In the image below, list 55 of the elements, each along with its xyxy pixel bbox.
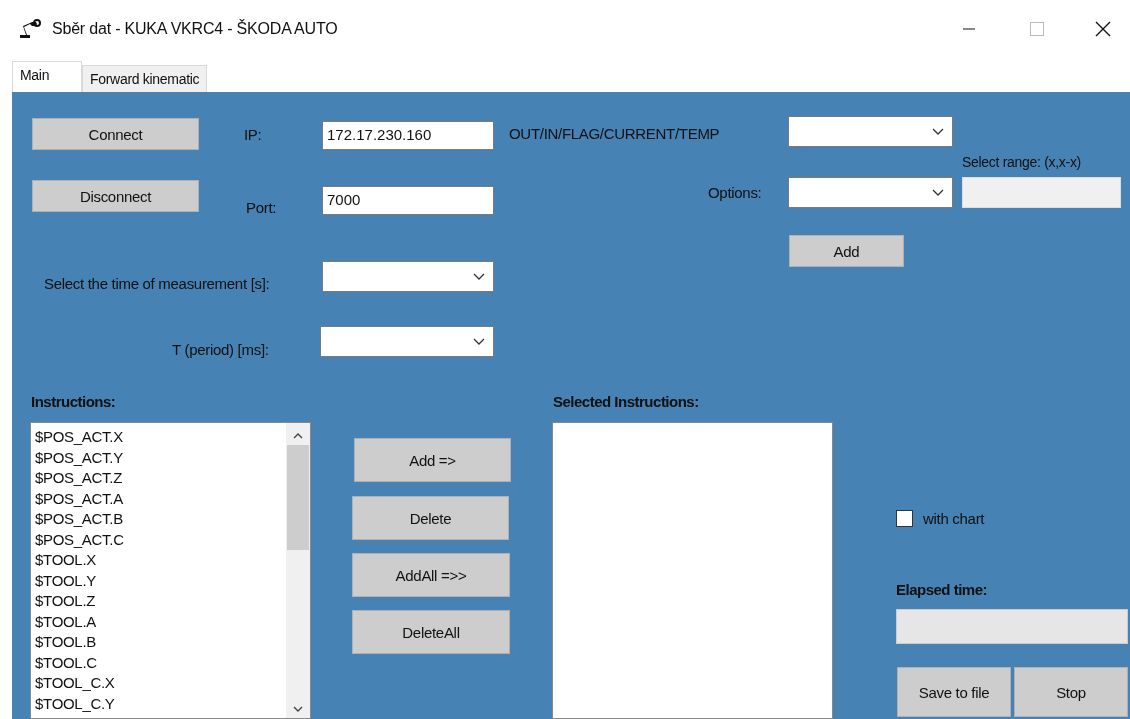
list-item[interactable]: $POS_ACT.X [35,427,286,448]
list-item[interactable]: $TOOL_C.Y [35,693,286,714]
period-label: T (period) [ms]: [172,341,269,358]
checkbox[interactable] [896,510,913,527]
elapsed-time-label: Elapsed time: [896,581,988,598]
measurement-time-label: Select the time of measurement [s]: [44,275,270,292]
scroll-down-icon[interactable] [293,706,303,712]
range-field[interactable] [962,177,1121,208]
list-item[interactable]: $TOOL.Z [35,591,286,612]
list-item[interactable]: $POS_ACT.Y [35,447,286,468]
selected-instructions-label: Selected Instructions: [553,393,699,410]
list-item[interactable]: $TOOL.C [35,652,286,673]
window-title: Sběr dat - KUKA VKRC4 - ŠKODA AUTO [52,20,338,38]
chevron-down-icon [932,188,944,197]
connect-button[interactable]: Connect [32,118,199,150]
port-label: Port: [246,199,277,216]
dropdown[interactable] [322,261,494,292]
list-item[interactable]: $TOOL.Y [35,570,286,591]
chevron-down-icon [932,127,944,136]
port-field[interactable]: 7000 [322,186,494,215]
list-item[interactable]: $POS_ACT.C [35,529,286,550]
dropdown[interactable] [788,177,953,208]
add-button[interactable]: Add [789,235,904,267]
range-label: Select range: (x,x-x) [962,154,1081,170]
tab[interactable]: Main [12,61,82,92]
scroll-thumb[interactable] [287,445,309,550]
chevron-down-icon [473,337,485,346]
tab[interactable]: Forward kinematic [82,65,208,92]
list-item[interactable]: $TOOL.A [35,611,286,632]
scroll-up-icon[interactable] [293,433,303,439]
list-item[interactable]: $POS_ACT.A [35,488,286,509]
list-item[interactable]: $POS_ACT.Z [35,468,286,489]
dropdown[interactable] [320,326,494,357]
delete-button[interactable]: Delete [352,496,509,540]
signal-type-label: OUT/IN/FLAG/CURRENT/TEMP [509,125,720,142]
options-label: Options: [708,184,762,201]
checkbox-label: with chart [923,510,985,527]
list-item[interactable]: $TOOL_C.X [35,673,286,694]
list-item[interactable]: $TOOL.X [35,550,286,571]
ip-field[interactable]: 172.17.230.160 [322,121,494,150]
disconnect-button[interactable]: Disconnect [32,180,199,212]
delete-all-button[interactable]: DeleteAll [352,610,510,654]
dropdown[interactable] [788,116,953,147]
list-item[interactable]: $TOOL.B [35,632,286,653]
add-all-button[interactable]: AddAll =>> [352,553,510,597]
robot-arm-icon [18,18,42,40]
save-to-file-button[interactable]: Save to file [897,667,1011,717]
stop-button[interactable]: Stop [1014,667,1128,717]
scrollbar[interactable] [286,423,310,718]
instructions-list[interactable]: $POS_ACT.X $POS_ACT.Y $POS_ACT.Z $POS_ACT.A $POS_ACT.B $POS_ACT.C $TOOL.X $TOOL.Y $TOOL.Z $TOOL.A $TOOL.B $TOOL.C $TOOL_C.X $TOOL_C.Y [30,422,311,719]
add-button[interactable]: Add => [354,438,511,482]
ip-label: IP: [244,126,262,143]
list-item[interactable]: $POS_ACT.B [35,509,286,530]
instructions-label: Instructions: [31,393,116,410]
chevron-down-icon [473,272,485,281]
